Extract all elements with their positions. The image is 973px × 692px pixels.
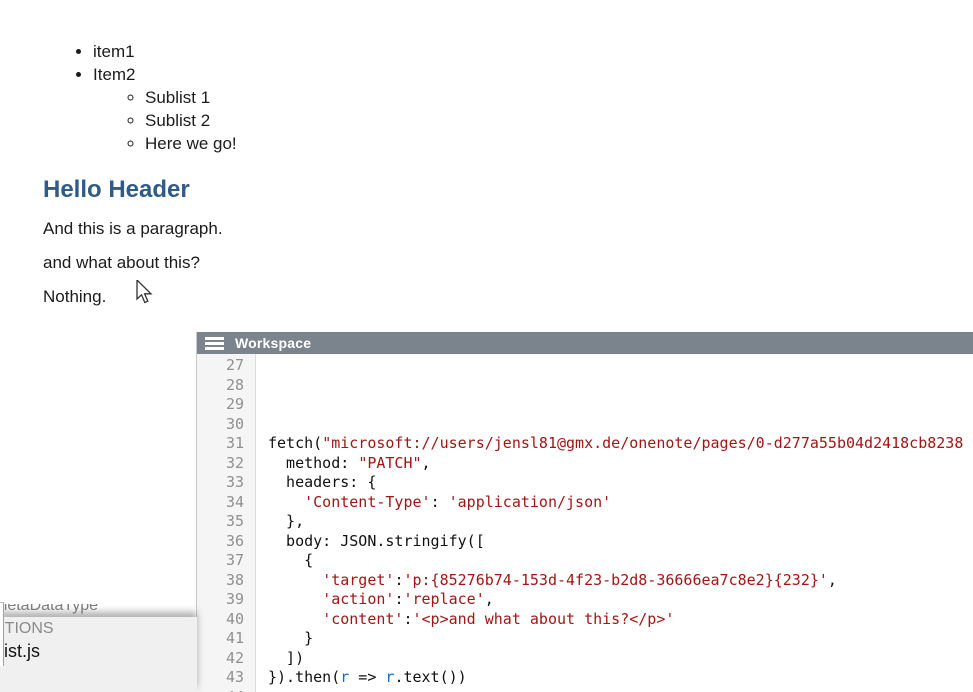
sublist-item-label: Sublist 1 [145,88,210,107]
code-line: }, [268,512,973,532]
workspace-title: Workspace [235,335,311,351]
line-number-gutter: 272829303132333435363738394041424344 [197,354,256,692]
line-number: 35 [197,512,244,532]
line-number: 30 [197,415,244,435]
arrow-cursor-icon [136,280,154,306]
line-number: 32 [197,454,244,474]
code-line: { [268,551,973,571]
line-number: 27 [197,356,244,376]
line-number: 40 [197,610,244,630]
sublist-item-label: Here we go! [145,134,237,153]
list-item: item1 [93,40,603,63]
line-number: 33 [197,473,244,493]
list-item-label: item1 [93,42,135,61]
paragraph: Nothing. [43,287,603,306]
bullet-list: item1 Item2 Sublist 1 Sublist 2 Here we … [43,40,603,155]
code-line: }).then(r => r.text()) [268,668,973,688]
workspace-panel: Workspace 272829303132333435363738394041… [196,332,973,692]
editor-body: 272829303132333435363738394041424344 fet… [197,354,973,692]
suggestion-item[interactable]: PTIONS [0,620,197,638]
clipped-suggestion-row: metaDataType [0,604,150,618]
code-line: ]) [268,649,973,669]
line-number: 41 [197,629,244,649]
page-heading: Hello Header [43,176,603,204]
sublist-item-label: Sublist 2 [145,111,210,130]
code-line: fetch("microsoft://users/jensl81@gmx.de/… [268,434,973,454]
suggestion-popup: PTIONS oist.js [0,617,197,692]
line-number: 28 [197,376,244,396]
code-line: 'Content-Type': 'application/json' [268,493,973,513]
line-number: 31 [197,434,244,454]
line-number: 43 [197,668,244,688]
line-number: 38 [197,571,244,591]
line-number: 39 [197,590,244,610]
suggestion-item[interactable]: oist.js [0,641,197,662]
code-line [268,376,973,396]
code-line: headers: { [268,473,973,493]
clipped-suggestion-label: metaDataType [0,604,150,615]
code-line: 'content':'<p>and what about this?</p>' [268,610,973,630]
sublist-item: Sublist 2 [145,109,603,132]
code-line [268,688,973,692]
paragraph: And this is a paragraph. [43,219,603,238]
list-item: Item2 Sublist 1 Sublist 2 Here we go! [93,63,603,155]
line-number: 44 [197,688,244,692]
sub-bullet-list: Sublist 1 Sublist 2 Here we go! [93,86,603,155]
code-line: } [268,629,973,649]
list-item-label: Item2 [93,65,136,84]
code-line: 'target':'p:{85276b74-153d-4f23-b2d8-366… [268,571,973,591]
code-line: body: JSON.stringify([ [268,532,973,552]
window-edge-fragment [0,602,4,666]
line-number: 37 [197,551,244,571]
sublist-item: Here we go! [145,132,603,155]
line-number: 34 [197,493,244,513]
workspace-header: Workspace [197,332,973,354]
code-area[interactable]: fetch("microsoft://users/jensl81@gmx.de/… [256,354,973,692]
code-line [268,395,973,415]
line-number: 36 [197,532,244,552]
code-line [268,415,973,435]
code-line: method: "PATCH", [268,454,973,474]
line-number: 42 [197,649,244,669]
code-line: 'action':'replace', [268,590,973,610]
sublist-item: Sublist 1 [145,86,603,109]
paragraph: and what about this? [43,253,603,272]
hamburger-menu-icon[interactable] [205,337,224,350]
code-line [268,356,973,376]
document-content: item1 Item2 Sublist 1 Sublist 2 Here we … [43,40,603,306]
line-number: 29 [197,395,244,415]
